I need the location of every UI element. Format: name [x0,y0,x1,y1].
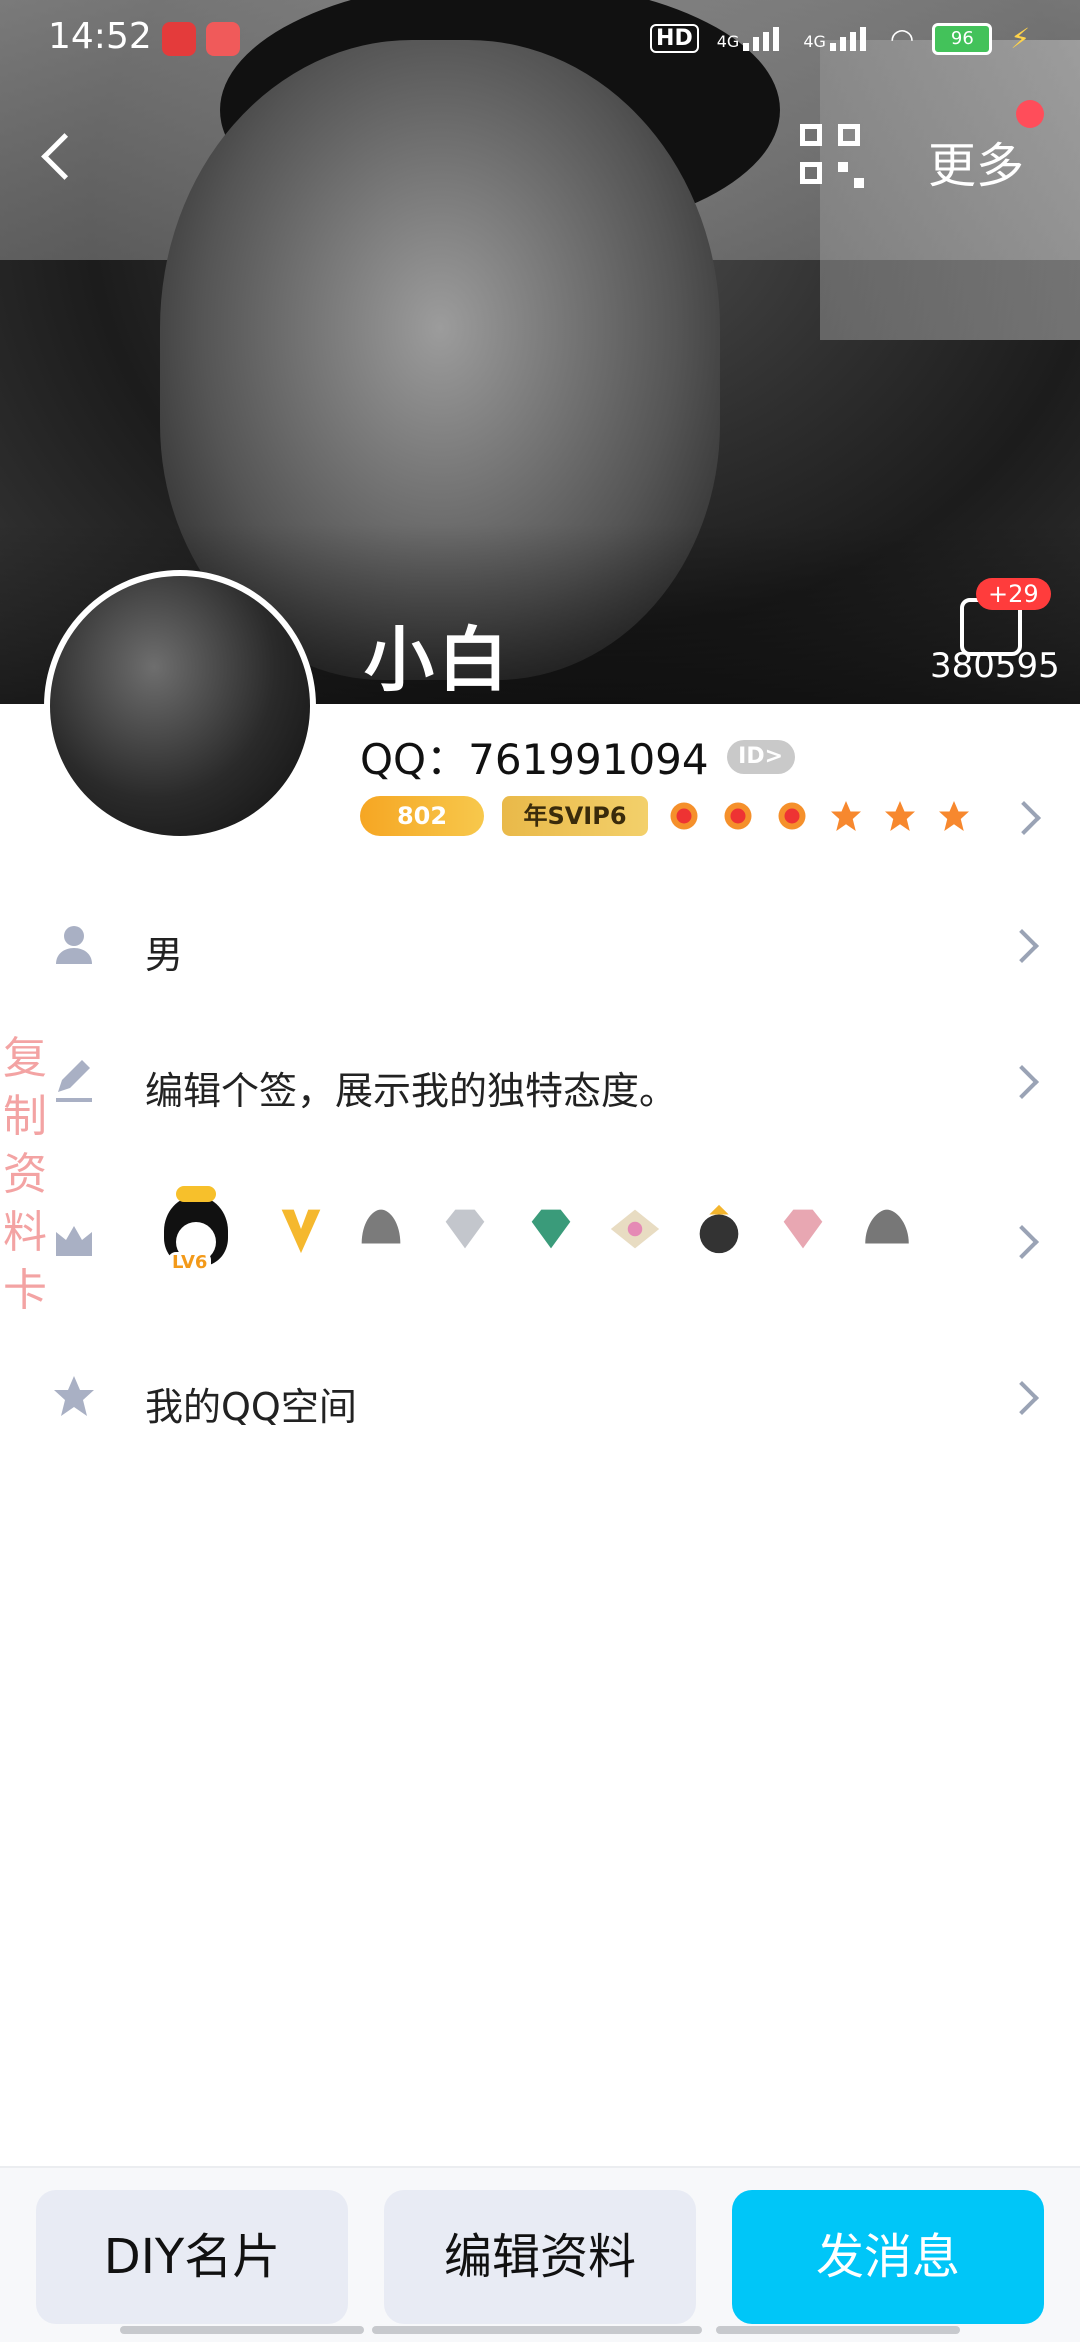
star-icon [939,801,969,831]
app-notification-icon [206,22,240,56]
home-indicator [120,2326,364,2334]
signal-icon: 4G [803,26,872,51]
profile-name: 小白 [364,619,512,701]
qzone-row[interactable]: 我的QQ空间 [0,1336,1080,1456]
svip-badge: 年SVIP6 [502,796,648,836]
signal-icon: 4G [716,26,786,51]
avatar[interactable] [44,570,316,842]
bottom-action-bar: DIY名片 编辑资料 发消息 [0,2166,1080,2342]
home-indicator [716,2326,960,2334]
star-icon [831,801,861,831]
chevron-right-icon [1005,1225,1039,1259]
chevron-right-icon [1005,929,1039,963]
battery-icon: 96 [932,22,993,55]
sun-icon [670,802,698,830]
send-message-button[interactable]: 发消息 [732,2190,1044,2324]
hd-icon: HD [650,24,699,53]
id-tag[interactable]: ID> [726,739,795,774]
wifi-icon: ◠ [889,22,915,55]
person-icon [56,926,92,964]
chevron-right-icon [1005,1065,1039,1099]
more-button[interactable]: 更多 [928,126,1024,196]
like-count: 380595 [930,646,1060,686]
signal-bars-icon [743,26,785,51]
app-notification-icon [162,22,196,56]
diamond-medal-icon [445,1209,485,1249]
gender-text: 男 [145,933,184,977]
pink-diamond-icon [783,1209,823,1249]
notification-dot [1016,100,1044,128]
star-icon [885,801,915,831]
qq-number-row[interactable]: QQ：761991094 ID> [360,726,795,787]
heart-gem-icon [610,1209,660,1249]
helmet-medal-icon [361,1209,401,1244]
level-badges[interactable]: 802 年SVIP6 [360,796,972,836]
back-button[interactable] [30,120,90,200]
status-icons: HD 4G 4G ◠ 96 ⚡ [650,22,1030,55]
chevron-right-icon [1005,1381,1039,1415]
qq-number: QQ：761991094 [360,735,709,784]
diy-card-button[interactable]: DIY名片 [36,2190,348,2324]
network-type: 4G [803,31,826,51]
vip-medal-icon [281,1209,321,1254]
penguin-level-medal: LV6 [158,1186,234,1282]
gender-row[interactable]: 男 [0,884,1080,1004]
penguin-level-label: LV6 [168,1252,212,1273]
qzone-star-icon [54,1376,94,1416]
like-increment-badge: +29 [976,578,1051,610]
sun-icon [778,802,806,830]
qr-code-button[interactable] [800,124,864,188]
pencil-icon [56,1060,92,1102]
sun-icon [724,802,752,830]
network-type: 4G [716,31,740,51]
status-bar: 14:52 HD 4G 4G ◠ 96 ⚡ [0,0,1080,84]
home-indicator [372,2326,702,2334]
copy-profile-card-tab[interactable]: 复制资料卡 [0,1030,50,1320]
crown-icon [56,1226,92,1256]
like-button[interactable]: +29 380595 [920,578,1070,698]
penguin-crown-icon [699,1204,739,1254]
chevron-right-icon [1007,801,1041,835]
signal-bars-icon [829,26,872,51]
green-diamond-icon [531,1209,571,1249]
signature-text: 编辑个签，展示我的独特态度。 [145,1069,678,1113]
qzone-text: 我的QQ空间 [145,1385,357,1429]
signature-row[interactable]: 编辑个签，展示我的独特态度。 [0,1020,1080,1140]
hat-medal-icon [865,1209,909,1244]
edit-profile-button[interactable]: 编辑资料 [384,2190,696,2324]
status-time: 14:52 [48,16,152,57]
charging-icon: ⚡ [1010,22,1030,55]
coin-level-badge: 802 [360,796,484,836]
